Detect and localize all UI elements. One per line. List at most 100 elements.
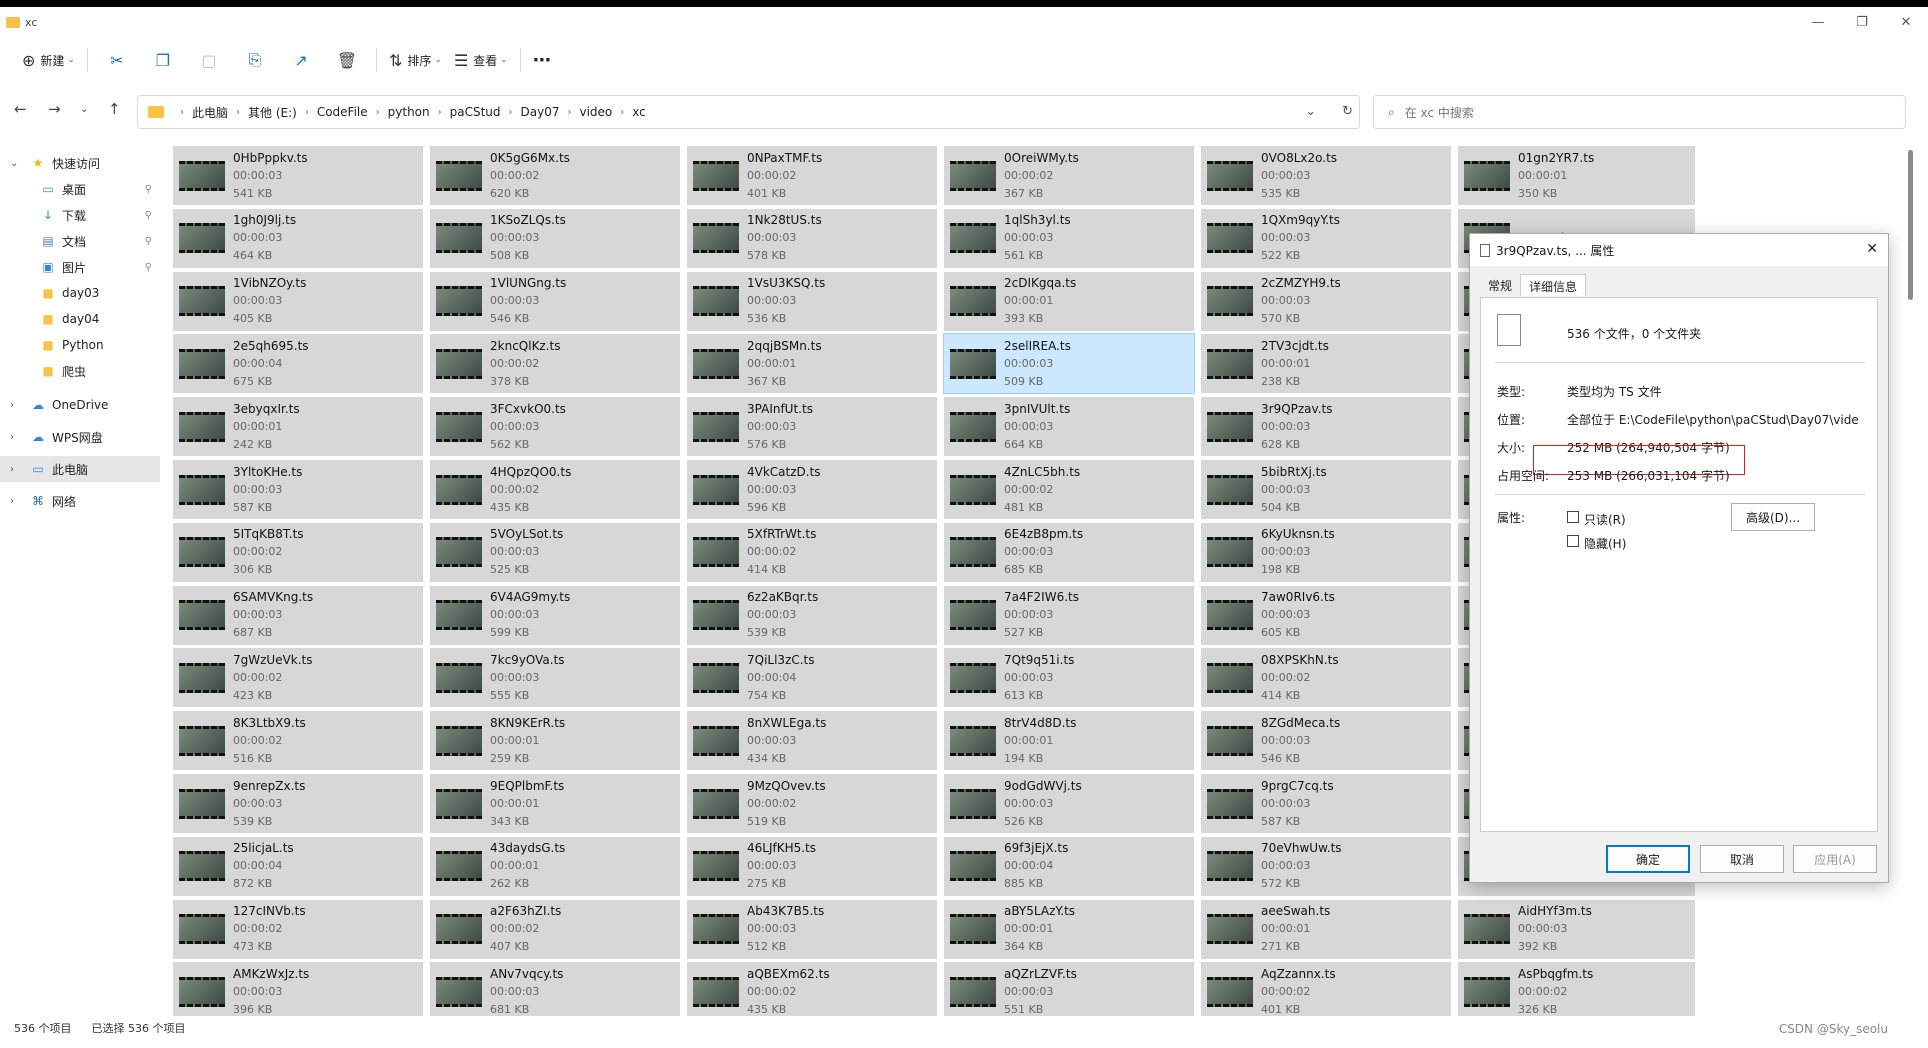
chevron-right-icon[interactable]: › [10,496,14,507]
file-tile[interactable]: 7QiLl3zC.ts 00:00:04 754 KB [687,648,937,708]
file-tile[interactable]: 4VkCatzD.ts 00:00:03 596 KB [687,460,937,519]
sidebar-item[interactable]: ■ Python [0,332,160,358]
sidebar-item[interactable]: ■ day03 [0,280,160,306]
file-tile[interactable]: 46LJfKH5.ts 00:00:03 275 KB [687,836,937,896]
sidebar-item[interactable]: › ☁ OneDrive [0,392,160,418]
dialog-close-icon[interactable]: ✕ [1866,241,1878,257]
file-tile[interactable]: 9odGdWVj.ts 00:00:03 526 KB [944,774,1194,833]
maximize-button[interactable]: ❐ [1840,7,1884,37]
breadcrumb-item[interactable]: video › [580,104,633,121]
file-tile[interactable]: 2qqjBSMn.ts 00:00:01 367 KB [687,334,937,394]
file-tile[interactable]: AidHYf3m.ts 00:00:03 392 KB [1458,899,1695,959]
sort-button[interactable]: ⇅ 排序 ⌄ [383,44,448,76]
apply-button[interactable]: 应用(A) [1793,845,1877,873]
file-tile[interactable]: 08XPSKhN.ts 00:00:02 414 KB [1201,648,1451,708]
breadcrumb-item[interactable]: paCStud › [450,104,521,121]
file-tile[interactable]: 7gWzUeVk.ts 00:00:02 423 KB [173,648,423,708]
ok-button[interactable]: 确定 [1606,845,1690,873]
file-tile[interactable]: a2F63hZI.ts 00:00:02 407 KB [430,899,680,959]
close-button[interactable]: ✕ [1884,7,1928,37]
file-tile[interactable]: 9EQPlbmF.ts 00:00:01 343 KB [430,774,680,833]
share-button[interactable]: ↗ [278,44,324,76]
chevron-right-icon[interactable]: › [10,400,14,411]
file-tile[interactable]: 8KN9KErR.ts 00:00:01 259 KB [430,711,680,771]
file-tile[interactable]: 7a4F2IW6.ts 00:00:03 527 KB [944,585,1194,645]
sidebar-item[interactable]: › ⌘ 网络 [0,488,160,514]
file-tile[interactable]: 3ebyqxIr.ts 00:00:01 242 KB [173,397,423,457]
file-tile[interactable]: AqZzannx.ts 00:00:02 401 KB [1201,962,1451,1016]
file-tile[interactable]: 0OreiWMy.ts 00:00:02 367 KB [944,146,1194,205]
file-tile[interactable]: Ab43K7B5.ts 00:00:03 512 KB [687,899,937,959]
file-tile[interactable]: ANv7vqcy.ts 00:00:03 681 KB [430,962,680,1016]
file-tile[interactable]: 6z2aKBqr.ts 00:00:03 539 KB [687,585,937,645]
file-tile[interactable]: 2selIREA.ts 00:00:03 509 KB [943,333,1195,395]
file-tile[interactable]: 69f3jEjX.ts 00:00:04 885 KB [944,836,1194,896]
view-button[interactable]: ☰ 查看 ⌄ [448,44,514,76]
file-tile[interactable]: 3pnIVUlt.ts 00:00:03 664 KB [944,397,1194,457]
file-tile[interactable]: 0HbPppkv.ts 00:00:03 541 KB [173,146,423,205]
file-tile[interactable]: 0VO8Lx2o.ts 00:00:03 535 KB [1201,146,1451,205]
file-tile[interactable]: 9enrepZx.ts 00:00:03 539 KB [173,774,423,833]
file-tile[interactable]: aQBEXm62.ts 00:00:02 435 KB [687,962,937,1016]
file-tile[interactable]: 5XfRTrWt.ts 00:00:02 414 KB [687,522,937,582]
breadcrumb-item[interactable]: 其他 (E:) › [248,104,317,121]
breadcrumb-item[interactable]: xc [632,104,646,121]
file-tile[interactable]: 1Nk28tUS.ts 00:00:03 578 KB [687,208,937,268]
sidebar-item[interactable]: ↓ 下载 ⚲ [0,202,160,228]
file-tile[interactable]: 7Qt9q51i.ts 00:00:03 613 KB [944,648,1194,708]
file-tile[interactable]: 1QXm9qyY.ts 00:00:03 522 KB [1201,208,1451,268]
up-button[interactable]: ↑ [108,100,121,118]
hidden-checkbox[interactable] [1567,535,1579,547]
cut-button[interactable]: ✂ [94,44,140,76]
file-tile[interactable]: 0NPaxTMF.ts 00:00:02 401 KB [687,146,937,205]
file-tile[interactable]: 8trV4d8D.ts 00:00:01 194 KB [944,711,1194,771]
address-bar[interactable]: › 此电脑 › 其他 (E:) › CodeFile › python › paCStud › Da… [137,95,1360,129]
delete-button[interactable]: 🗑 [324,44,370,76]
file-tile[interactable]: 1VibNZOy.ts 00:00:03 405 KB [173,271,423,331]
sidebar-item[interactable]: ⌄ ★ 快速访问 [0,150,160,176]
file-tile[interactable]: 2cDIKgqa.ts 00:00:01 393 KB [944,271,1194,331]
sidebar-item[interactable]: ■ 爬虫 [0,358,160,384]
recent-dropdown[interactable]: ⌄ [80,104,88,115]
file-tile[interactable]: 9MzQOvev.ts 00:00:02 519 KB [687,774,937,833]
forward-button[interactable]: → [48,100,61,118]
file-tile[interactable]: aBY5LAzY.ts 00:00:01 364 KB [944,899,1194,959]
rename-button[interactable]: ⎘ [232,44,278,76]
copy-button[interactable]: ❐ [140,44,186,76]
file-tile[interactable]: 6SAMVKng.ts 00:00:03 687 KB [173,585,423,645]
file-tile[interactable]: 1KSoZLQs.ts 00:00:03 508 KB [430,208,680,268]
file-tile[interactable]: 6KyUknsn.ts 00:00:03 198 KB [1201,522,1451,582]
refresh-icon[interactable]: ↻ [1342,104,1353,119]
tab-details[interactable]: 详细信息 [1520,274,1587,296]
file-tile[interactable]: AMKzWxJz.ts 00:00:03 396 KB [173,962,423,1016]
file-tile[interactable]: 3PAInfUt.ts 00:00:03 576 KB [687,397,937,457]
file-tile[interactable]: 7kc9yOVa.ts 00:00:03 555 KB [430,648,680,708]
address-dropdown-icon[interactable]: ⌄ [1305,104,1316,119]
file-tile[interactable]: 8K3LtbX9.ts 00:00:02 516 KB [173,711,423,771]
new-button[interactable]: ⊕ 新建 ⌄ [16,44,81,76]
sidebar-item[interactable]: › ☁ WPS网盘 [0,424,160,450]
file-tile[interactable]: 4HQpzQO0.ts 00:00:02 435 KB [430,460,680,519]
file-tile[interactable]: aeeSwah.ts 00:00:01 271 KB [1201,899,1451,959]
sidebar-item[interactable]: ▣ 图片 ⚲ [0,254,160,280]
file-tile[interactable]: 127cINVb.ts 00:00:02 473 KB [173,899,423,959]
file-tile[interactable]: 5bibRtXj.ts 00:00:03 504 KB [1201,460,1451,519]
file-tile[interactable]: 1qlSh3yl.ts 00:00:03 561 KB [944,208,1194,268]
sidebar-item[interactable]: ■ day04 [0,306,160,332]
file-tile[interactable]: 7aw0RIv6.ts 00:00:03 605 KB [1201,585,1451,645]
file-tile[interactable]: 43daydsG.ts 00:00:01 262 KB [430,836,680,896]
file-tile[interactable]: 1gh0J9lj.ts 00:00:03 464 KB [173,208,423,268]
breadcrumb-item[interactable]: CodeFile › [317,104,388,121]
minimize-button[interactable]: — [1796,7,1840,37]
breadcrumb-item[interactable]: 此电脑 › [192,104,248,121]
file-tile[interactable]: 5VOyLSot.ts 00:00:03 525 KB [430,522,680,582]
file-tile[interactable]: 5ITqKB8T.ts 00:00:02 306 KB [173,522,423,582]
chevron-right-icon[interactable]: › [10,432,14,443]
file-tile[interactable]: 3FCxvkO0.ts 00:00:03 562 KB [430,397,680,457]
file-tile[interactable]: 3r9QPzav.ts 00:00:03 628 KB [1201,397,1451,457]
search-input[interactable]: ⌕ 在 xc 中搜索 [1373,95,1906,129]
back-button[interactable]: ← [14,100,27,118]
vertical-scrollbar[interactable] [1908,150,1913,300]
chevron-right-icon[interactable]: › [10,464,14,475]
tab-general[interactable]: 常规 [1480,274,1520,296]
